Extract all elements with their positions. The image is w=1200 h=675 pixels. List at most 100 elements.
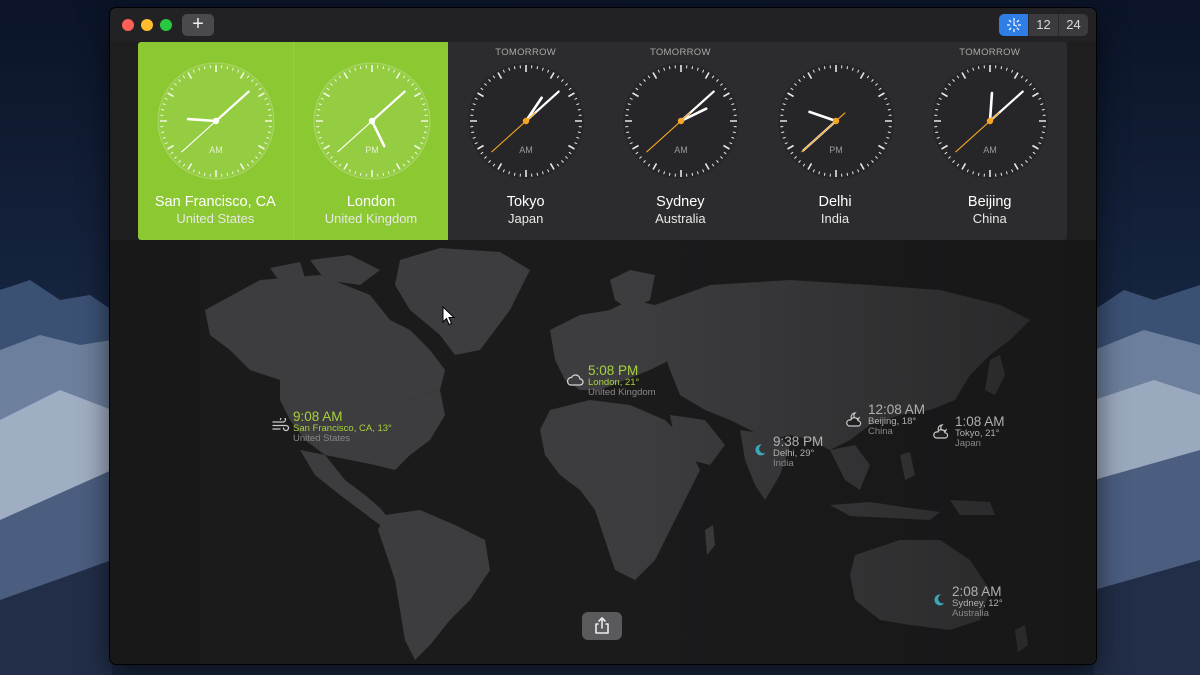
minute-tick [823, 66, 826, 70]
minute-tick [1042, 108, 1046, 111]
world-clock-window: + 12 24 AM San Francisco, CA United States… [110, 8, 1096, 664]
pin-time: 1:08 AM [955, 414, 1005, 429]
analog-mode-button[interactable] [999, 14, 1028, 36]
analog-clock-face: AM [932, 63, 1049, 179]
add-city-button[interactable]: + [182, 14, 214, 36]
clock-city-name: San Francisco, CA [154, 194, 276, 210]
day-indicator: TOMORROW [649, 47, 711, 58]
minute-tick [267, 131, 271, 134]
minute-tick [780, 131, 784, 134]
minute-tick [935, 131, 939, 134]
am-pm-label: AM [209, 145, 223, 155]
mouse-cursor [442, 306, 456, 326]
pin-country: India [773, 458, 794, 469]
minute-tick [691, 66, 694, 70]
share-button[interactable] [582, 612, 622, 640]
minute-tick [316, 108, 320, 111]
minute-tick [423, 131, 427, 134]
minute-tick [359, 172, 362, 176]
minute-tick [978, 66, 980, 70]
moon-icon [934, 594, 945, 606]
clock-city-name: Beijing [967, 194, 1012, 210]
analog-clock-face: PM [313, 62, 431, 180]
am-pm-label: PM [365, 145, 379, 155]
pin-country: Japan [955, 438, 981, 449]
12-hour-mode-button[interactable]: 12 [1028, 14, 1058, 36]
minute-tick [1000, 66, 1003, 70]
minute-tick [423, 108, 427, 111]
clock-country-name: Japan [507, 211, 544, 226]
minute-tick [471, 131, 475, 134]
center-pin [832, 117, 839, 125]
pin-time: 5:08 PM [588, 363, 639, 378]
day-indicator: TOMORROW [959, 47, 1021, 58]
minute-tick [382, 66, 384, 70]
cloud-icon [566, 374, 584, 386]
pin-time: 2:08 AM [952, 584, 1002, 599]
minute-tick [536, 172, 539, 176]
pin-country: United States [293, 433, 351, 444]
minute-tick [203, 66, 206, 70]
minute-tick [691, 172, 694, 176]
clock-country-name: India [820, 211, 850, 226]
minute-tick [471, 108, 475, 111]
minute-tick [846, 172, 848, 176]
minimize-button[interactable] [141, 19, 153, 31]
minute-tick [203, 172, 206, 176]
am-pm-label: AM [520, 145, 534, 155]
minute-tick [887, 131, 891, 134]
am-pm-label: AM [984, 145, 998, 155]
clock-card-delhi[interactable]: PM Delhi India [758, 42, 913, 240]
clock-card-beijing[interactable]: TOMORROW AM Beijing China [912, 42, 1067, 240]
clock-card-tokyo[interactable]: TOMORROW AM Tokyo Japan [448, 42, 603, 240]
clock-city-name: London [346, 194, 396, 210]
title-bar: + 12 24 [110, 8, 1096, 42]
clock-card-london[interactable]: PM London United Kingdom [292, 42, 449, 240]
clock-country-name: China [972, 211, 1007, 226]
clock-city-name: Delhi [818, 194, 852, 210]
desktop-wallpaper-left [0, 280, 112, 675]
minute-tick [161, 131, 165, 134]
clock-city-name: Sydney [656, 194, 705, 210]
clock-card-san-francisco-ca[interactable]: AM San Francisco, CA United States [138, 42, 293, 240]
am-pm-label: AM [674, 145, 688, 155]
center-pin [987, 117, 994, 125]
clock-country-name: United Kingdom [324, 211, 418, 226]
minute-tick [1042, 131, 1046, 134]
zoom-button[interactable] [160, 19, 172, 31]
desktop-wallpaper-right [1094, 285, 1200, 675]
clock-city-name: Tokyo [506, 194, 545, 210]
minute-tick [514, 66, 516, 70]
minute-tick [978, 172, 980, 176]
pin-time: 9:38 PM [773, 434, 824, 449]
am-pm-label: PM [829, 145, 843, 155]
minute-tick [626, 131, 630, 134]
minute-tick [359, 66, 362, 70]
clock-strip: AM San Francisco, CA United States PM London… [138, 42, 1067, 240]
close-button[interactable] [122, 19, 134, 31]
minute-tick [732, 108, 736, 111]
minute-tick [536, 66, 539, 70]
minute-tick [846, 66, 848, 70]
minute-tick [887, 108, 891, 111]
clock-card-sydney[interactable]: TOMORROW AM Sydney Australia [603, 42, 758, 240]
pin-time: 9:08 AM [293, 409, 343, 424]
view-mode-selector: 12 24 [999, 14, 1088, 36]
world-map: 9:08 AM San Francisco, CA, 13° United St… [110, 240, 1096, 664]
minute-tick [578, 108, 582, 111]
center-pin [677, 117, 685, 125]
analog-clock-face: AM [623, 63, 740, 179]
minute-tick [578, 131, 582, 134]
moon-cloud-icon [846, 412, 862, 427]
minute-tick [935, 108, 939, 111]
minute-tick [668, 66, 671, 70]
minute-tick [382, 172, 384, 176]
minute-tick [823, 172, 826, 176]
analog-clock-face: PM [777, 63, 894, 179]
24-hour-mode-button[interactable]: 24 [1058, 14, 1088, 36]
minute-tick [1000, 172, 1003, 176]
analog-clock-face: AM [157, 62, 275, 180]
moon-icon [755, 444, 766, 456]
moon-cloud-icon [933, 424, 949, 439]
day-indicator: TOMORROW [495, 47, 557, 58]
